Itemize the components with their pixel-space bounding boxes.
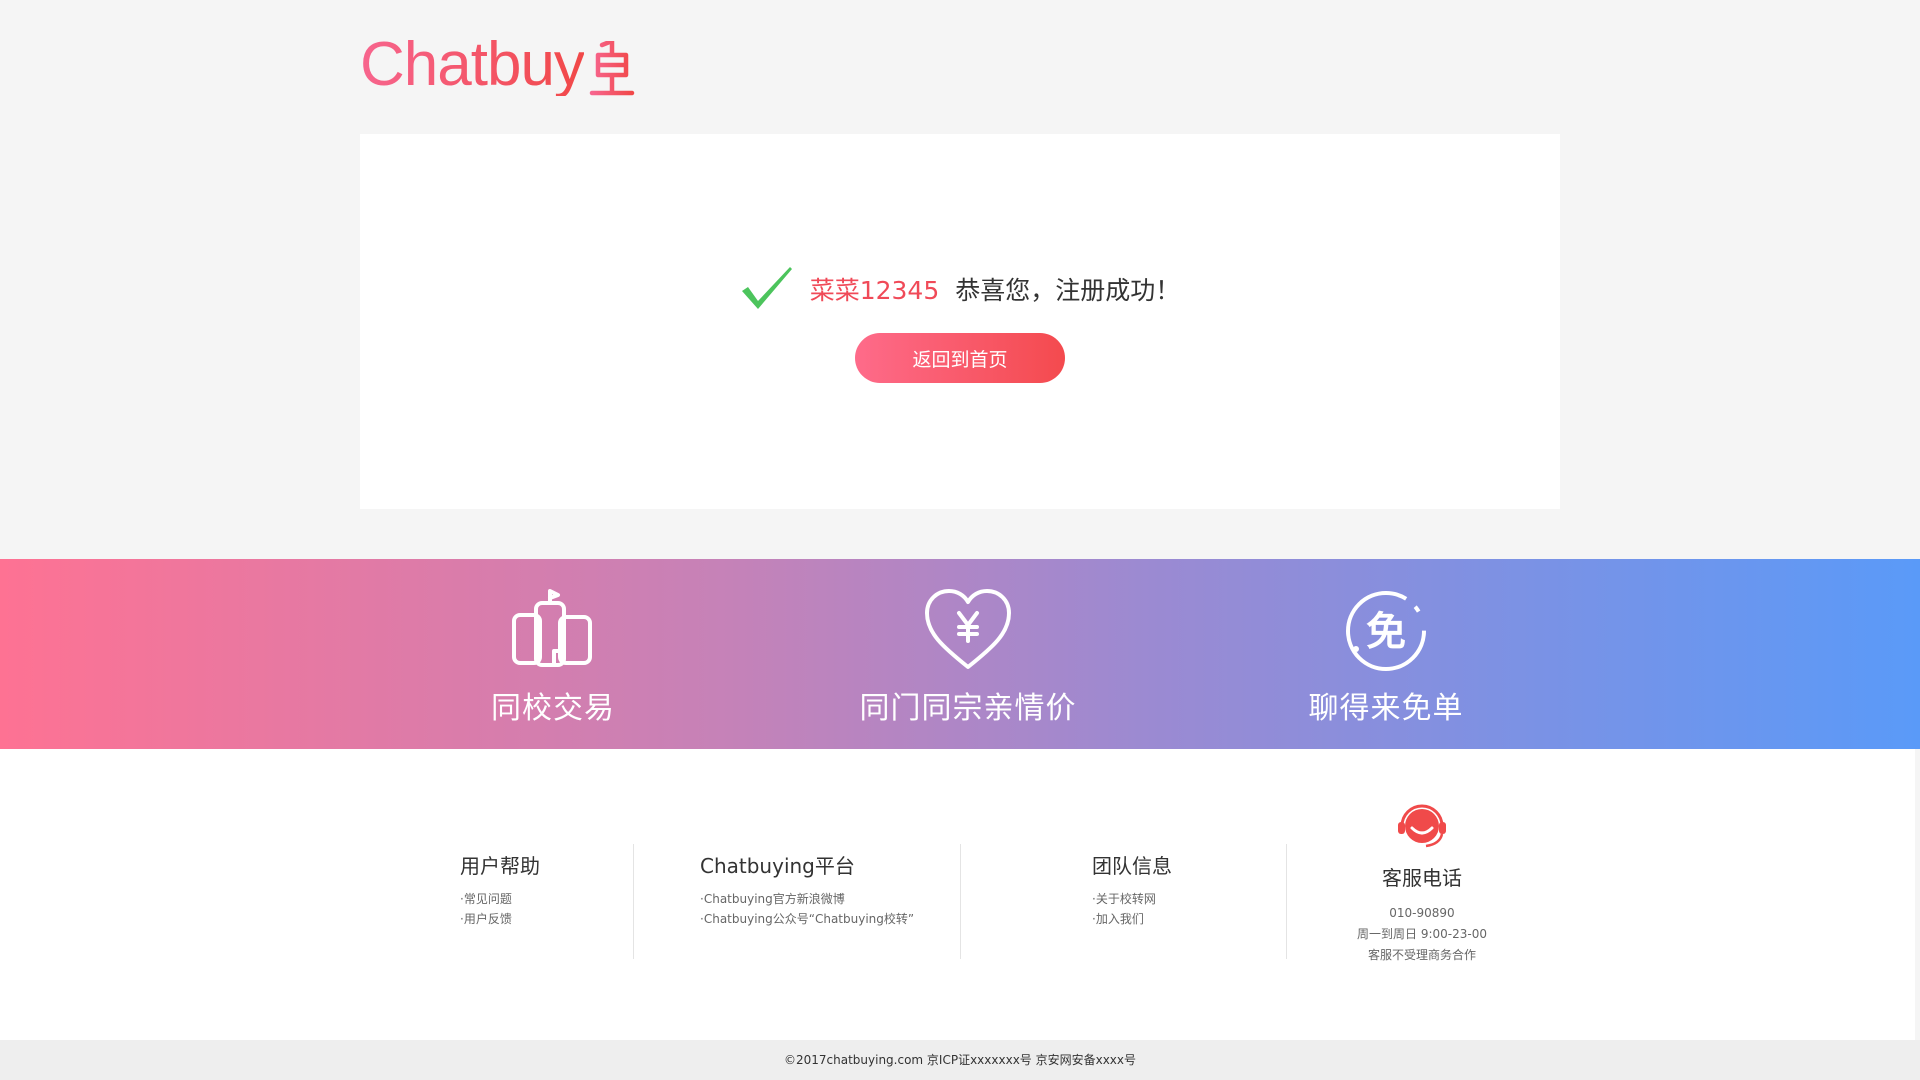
feature-label: 聊得来免单 <box>1308 691 1464 726</box>
feature-banner: 同校交易 同门同宗亲情价 免 聊得来免单 <box>0 559 1920 749</box>
logo[interactable]: Chatbuy <box>360 30 636 100</box>
footer-link-feedback[interactable]: 用户反馈 <box>460 909 540 929</box>
footer-divider <box>960 844 961 959</box>
copyright: ©2017chatbuying.com 京ICP证xxxxxxx号 京安网安备x… <box>0 1040 1920 1080</box>
customer-service-icon <box>1398 804 1446 848</box>
footer-link-join[interactable]: 加入我们 <box>1092 909 1172 929</box>
feature-free-order: 免 聊得来免单 <box>1236 559 1536 749</box>
customer-service: 客服电话 010-90890 周一到周日 9:00-23-00 客服不受理商务合… <box>1322 804 1522 966</box>
logo-text: Chatbuy <box>360 30 585 99</box>
service-title: 客服电话 <box>1382 866 1462 890</box>
service-note: 客服不受理商务合作 <box>1367 948 1476 962</box>
return-home-button[interactable]: 返回到首页 <box>855 333 1065 383</box>
footer: 用户帮助 常见问题 用户反馈 Chatbuying平台 Chatbuying官方… <box>0 749 1915 1040</box>
footer-column-title: Chatbuying平台 <box>700 854 855 878</box>
footer-column-title: 用户帮助 <box>460 854 540 878</box>
footer-column-platform: Chatbuying平台 Chatbuying官方新浪微博 Chatbuying… <box>700 844 914 959</box>
heart-yen-icon <box>925 589 1011 669</box>
feature-family-price: 同门同宗亲情价 <box>818 559 1118 749</box>
check-icon <box>741 267 792 309</box>
feature-label: 同门同宗亲情价 <box>859 691 1077 726</box>
footer-link-weibo[interactable]: Chatbuying官方新浪微博 <box>700 889 914 909</box>
trade-icon <box>512 589 592 667</box>
footer-divider <box>1286 844 1287 959</box>
service-phone: 010-90890 <box>1389 906 1455 920</box>
free-badge-icon: 免 <box>1346 591 1426 671</box>
footer-divider <box>633 844 634 959</box>
username: 菜菜12345 <box>809 276 940 305</box>
logo-mark-icon <box>589 41 635 96</box>
feature-label: 同校交易 <box>491 691 615 726</box>
svg-text:免: 免 <box>1366 609 1406 655</box>
success-message-row: 菜菜12345 恭喜您，注册成功！ <box>360 264 1560 314</box>
footer-column-team: 团队信息 关于校转网 加入我们 <box>1092 844 1172 959</box>
service-hours: 周一到周日 9:00-23-00 <box>1357 927 1487 941</box>
success-text: 恭喜您，注册成功！ <box>955 276 1181 305</box>
footer-link-about[interactable]: 关于校转网 <box>1092 889 1172 909</box>
feature-campus-trade: 同校交易 <box>403 559 703 749</box>
footer-column-title: 团队信息 <box>1092 854 1172 878</box>
footer-link-wechat[interactable]: Chatbuying公众号“Chatbuying校转” <box>700 909 914 929</box>
footer-link-faq[interactable]: 常见问题 <box>460 889 540 909</box>
footer-column-help: 用户帮助 常见问题 用户反馈 <box>460 844 540 959</box>
success-card: 菜菜12345 恭喜您，注册成功！ 返回到首页 <box>360 134 1560 509</box>
